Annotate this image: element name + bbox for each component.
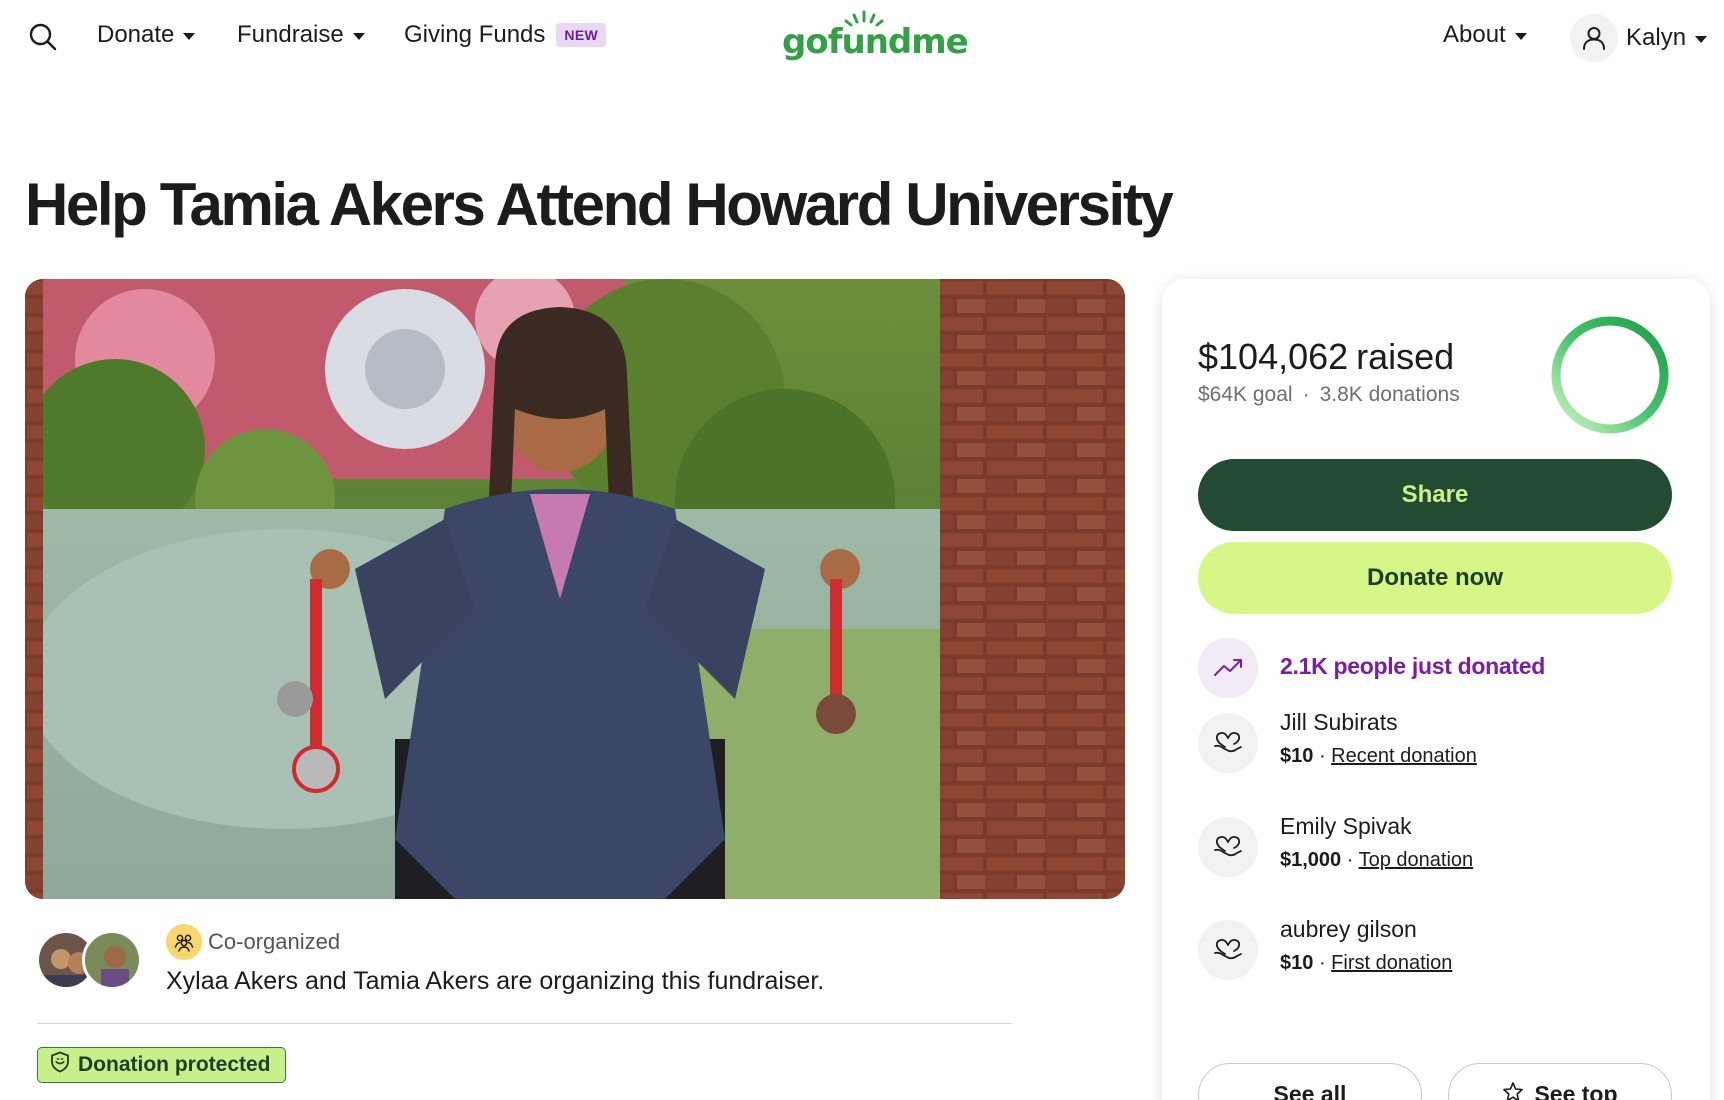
donor-tag-link[interactable]: Recent donation [1331, 745, 1477, 767]
user-name: Kalyn [1626, 24, 1687, 51]
donor-amount: $1,000 [1280, 849, 1342, 871]
campaign-photo[interactable] [25, 279, 1125, 899]
heart-hand-icon [1198, 713, 1258, 773]
heart-hand-icon [1198, 817, 1258, 877]
organizers-text: Xylaa Akers and Tamia Akers are organizi… [166, 967, 825, 995]
organizer-avatar [82, 930, 142, 990]
logo-wordmark: gofundme [782, 22, 969, 62]
nav-about-menu[interactable]: About [1443, 21, 1527, 49]
new-badge: NEW [556, 23, 606, 47]
user-icon [1570, 14, 1618, 62]
co-organized-label: Co-organized [208, 929, 341, 954]
raised-summary: $104,062 raised [1198, 336, 1454, 378]
donor-name: Jill Subirats [1280, 709, 1398, 735]
chevron-down-icon [352, 32, 365, 40]
goal-summary: $64K goal · 3.8K donations [1198, 383, 1460, 407]
co-organizers-icon [166, 924, 202, 960]
star-icon [1502, 1081, 1524, 1100]
separator-dot: · [1346, 849, 1354, 871]
donor-list-item: aubrey gilson $10 · First donation [1198, 916, 1668, 980]
share-button[interactable]: Share [1198, 459, 1672, 531]
trending-up-icon [1198, 638, 1258, 698]
donation-protected-badge[interactable]: Donation protected [37, 1047, 286, 1083]
shield-icon [50, 1051, 70, 1079]
section-divider [37, 1023, 1012, 1024]
donation-protected-label: Donation protected [78, 1053, 271, 1076]
donor-name: aubrey gilson [1280, 916, 1417, 942]
see-all-button[interactable]: See all [1198, 1063, 1422, 1100]
gofundme-logo[interactable]: gofundme [782, 8, 969, 68]
see-top-label: See top [1534, 1081, 1618, 1100]
donor-list-item: Emily Spivak $1,000 · Top donation [1198, 813, 1668, 877]
nav-about-label: About [1443, 21, 1506, 48]
page-title: Help Tamia Akers Attend Howard Universit… [25, 171, 1174, 238]
organizer-avatars[interactable] [36, 930, 146, 992]
donor-tag-link[interactable]: First donation [1331, 952, 1452, 974]
nav-giving-funds-label: Giving Funds [404, 21, 546, 48]
heart-hand-icon [1198, 920, 1258, 980]
nav-fundraise-menu[interactable]: Fundraise [237, 21, 365, 49]
donor-list-item: Jill Subirats $10 · Recent donation [1198, 709, 1668, 773]
see-top-button[interactable]: See top [1448, 1063, 1672, 1100]
donor-tag-link[interactable]: Top donation [1359, 849, 1474, 871]
top-navigation: Donate Fundraise Giving Funds NEW gofund… [0, 0, 1724, 80]
goal-amount: $64K goal [1198, 383, 1293, 406]
people-just-donated-text: 2.1K people just donated [1280, 653, 1546, 679]
progress-ring [1548, 313, 1672, 437]
nav-fundraise-label: Fundraise [237, 21, 344, 48]
donation-card: $104,062 raised $64K goal · 3.8K donations … [1162, 279, 1710, 1100]
donation-count: 3.8K donations [1319, 383, 1460, 406]
nav-donate-menu[interactable]: Donate [97, 21, 196, 49]
separator-dot: · [1318, 745, 1326, 767]
donor-name: Emily Spivak [1280, 813, 1412, 839]
search-icon[interactable] [28, 22, 58, 52]
user-menu[interactable]: Kalyn [1570, 14, 1708, 62]
donate-now-button[interactable]: Donate now [1198, 542, 1672, 614]
chevron-down-icon [1695, 35, 1708, 43]
chevron-down-icon [183, 32, 196, 40]
donor-meta: $1,000 · Top donation [1280, 849, 1473, 872]
nav-giving-funds-link[interactable]: Giving Funds NEW [404, 21, 606, 49]
progress-arc [1551, 316, 1669, 434]
campaign-photo-illustration [25, 279, 1125, 899]
raised-label: raised [1356, 336, 1455, 377]
chevron-down-icon [1514, 32, 1527, 40]
nav-donate-label: Donate [97, 21, 175, 48]
donor-meta: $10 · First donation [1280, 952, 1452, 975]
separator-dot: · [1302, 383, 1310, 406]
raised-amount: $104,062 [1198, 336, 1349, 377]
donor-meta: $10 · Recent donation [1280, 745, 1477, 768]
donor-amount: $10 [1280, 952, 1314, 974]
separator-dot: · [1318, 952, 1326, 974]
donor-amount: $10 [1280, 745, 1314, 767]
